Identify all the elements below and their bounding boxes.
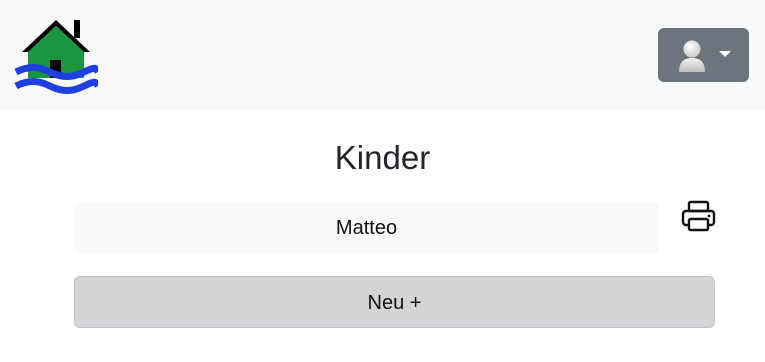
home-logo[interactable] (14, 16, 102, 96)
user-menu-button[interactable] (658, 28, 749, 82)
user-avatar-icon (679, 40, 705, 72)
child-item-matteo[interactable]: Matteo (74, 202, 659, 254)
new-child-button[interactable]: Neu + (74, 276, 715, 328)
house-flood-icon (14, 20, 102, 94)
printer-icon (681, 200, 716, 232)
navbar (0, 0, 765, 111)
caret-down-icon (719, 51, 731, 57)
print-button[interactable] (680, 198, 717, 234)
page-title: Kinder (334, 139, 431, 176)
